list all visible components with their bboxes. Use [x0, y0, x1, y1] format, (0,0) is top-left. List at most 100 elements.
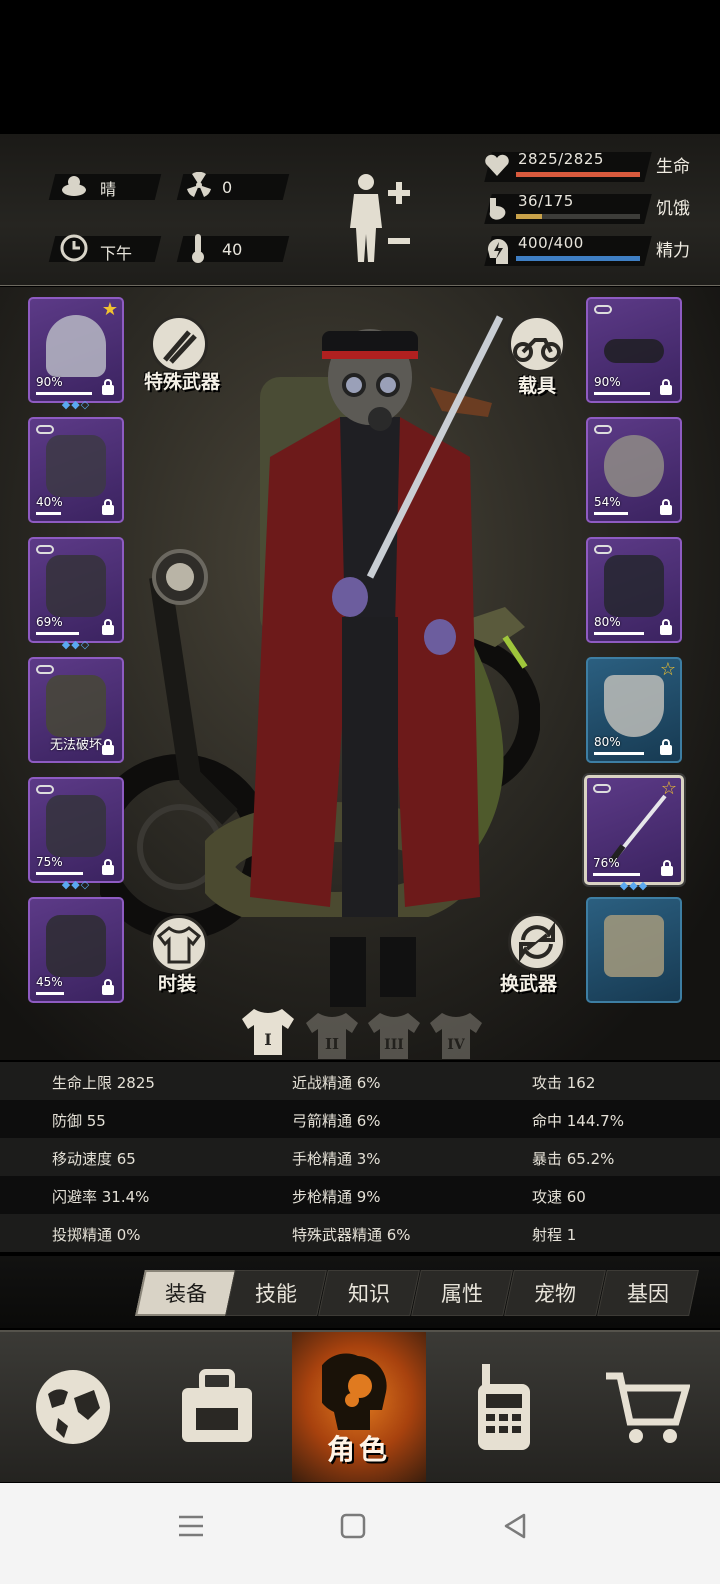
- tshirt-icon: [156, 926, 202, 964]
- character-scene: ★ 90% ◆◆◇ 40% 69% ◆◆◇ 无法破坏 75% ◆◆◇ 45% 9…: [0, 287, 720, 1060]
- lock-icon: [661, 860, 673, 876]
- stat-row: 闪避率 31.4% 步枪精通 9% 攻速 60: [0, 1176, 720, 1214]
- equip-slot-backpack[interactable]: 无法破坏: [28, 657, 124, 763]
- weather-text: 晴: [100, 180, 117, 199]
- time-text: 下午: [100, 244, 133, 263]
- nav-character-label: 角色: [326, 1433, 391, 1466]
- equip-slot-throwable[interactable]: [586, 897, 682, 1003]
- lock-icon: [660, 619, 672, 635]
- nav-shop[interactable]: [576, 1332, 720, 1482]
- equip-slot-goggles[interactable]: 90%: [586, 297, 682, 403]
- radiation-text: 0: [222, 178, 233, 197]
- weather-icon: [62, 176, 86, 196]
- link-icon: [36, 545, 54, 554]
- character-illustration: [250, 315, 504, 1007]
- lock-icon: [102, 739, 114, 755]
- svg-text:I: I: [264, 1030, 271, 1049]
- stats-panel: 生命上限 2825 近战精通 6% 攻击 162 防御 55 弓箭精通 6% 命…: [0, 1062, 720, 1252]
- svg-text:III: III: [384, 1037, 404, 1053]
- lock-icon: [102, 619, 114, 635]
- vital-health: 2825/2825 生命: [478, 150, 718, 186]
- system-navigation-bar: [0, 1483, 720, 1584]
- backpack-icon: [46, 675, 106, 737]
- walkie-talkie-icon: [478, 1364, 530, 1450]
- nav-world-map[interactable]: [0, 1332, 144, 1482]
- heart-icon: [485, 154, 509, 176]
- lock-icon: [660, 499, 672, 515]
- police-vest-icon: [604, 555, 664, 617]
- equip-slot-shirt[interactable]: 40%: [28, 417, 124, 523]
- nav-inventory[interactable]: [144, 1332, 288, 1482]
- dynamite-icon: [604, 915, 664, 977]
- equip-slot-weapon-selected[interactable]: ☆ 76% ◆◆◆: [584, 775, 684, 891]
- equip-slot-vest[interactable]: 80%: [586, 537, 682, 643]
- outfit-tab-4[interactable]: IV: [428, 1009, 484, 1061]
- status-panel: 晴 0 下午 40 2825/2825 生命 36/175 饥饿 400/400…: [0, 134, 720, 286]
- vital-energy: 400/400 精力: [478, 234, 718, 270]
- special-weapon-icon: [163, 330, 197, 364]
- vehicle-label: 载具: [518, 375, 557, 397]
- katana-icon: [608, 794, 667, 864]
- equip-slot-helmet[interactable]: ★ 90% ◆◆◇: [28, 297, 124, 410]
- fashion-button[interactable]: [150, 915, 208, 973]
- link-icon: [594, 305, 612, 314]
- switch-weapon-button[interactable]: [508, 913, 566, 971]
- special-weapon-label: 特殊武器: [144, 371, 221, 393]
- nav-character[interactable]: 角色: [292, 1332, 426, 1482]
- link-icon: [594, 425, 612, 434]
- stat-row: 防御 55 弓箭精通 6% 命中 144.7%: [0, 1100, 720, 1138]
- gas-mask-icon: [604, 435, 664, 497]
- svg-text:II: II: [325, 1035, 339, 1053]
- lock-icon: [102, 379, 114, 395]
- swap-icon: [519, 921, 555, 963]
- lock-icon: [102, 859, 114, 875]
- outfit-tab-3[interactable]: III: [366, 1009, 422, 1061]
- lock-icon: [660, 739, 672, 755]
- pants-icon: [46, 795, 106, 857]
- bottom-navigation: 角色: [0, 1330, 720, 1482]
- lock-icon: [102, 979, 114, 995]
- body-status-button[interactable]: [344, 172, 414, 268]
- bag-icon: [182, 1369, 252, 1442]
- outfit-tab-1[interactable]: I: [240, 1005, 296, 1057]
- stat-row: 移动速度 65 手枪精通 3% 暴击 65.2%: [0, 1138, 720, 1176]
- shirt-icon: [46, 435, 106, 497]
- switch-weapon-label: 换武器: [500, 973, 558, 995]
- lock-icon: [660, 379, 672, 395]
- link-icon: [36, 665, 54, 674]
- motorcycle-icon: [513, 338, 561, 362]
- back-triangle-icon[interactable]: [500, 1511, 530, 1541]
- outfit-tab-2[interactable]: II: [304, 1009, 360, 1061]
- star-outline-icon: ☆: [659, 659, 676, 680]
- link-icon: [36, 785, 54, 794]
- helmet-icon: [46, 315, 106, 377]
- equip-slot-boots[interactable]: 45%: [28, 897, 124, 1003]
- radiation-icon: [187, 172, 211, 197]
- equip-slot-gas-mask[interactable]: 54%: [586, 417, 682, 523]
- equip-slot-jacket[interactable]: 69% ◆◆◇: [28, 537, 124, 650]
- special-weapon-button[interactable]: [150, 315, 208, 373]
- svg-text:IV: IV: [447, 1037, 466, 1053]
- category-tabs: 装备 技能 知识 属性 宠物 基因: [0, 1256, 720, 1328]
- temperature-text: 40: [222, 240, 243, 259]
- shopping-cart-icon: [606, 1372, 690, 1443]
- fashion-label: 时装: [158, 973, 197, 995]
- clock-icon: [60, 234, 88, 262]
- equip-slot-pants[interactable]: 75% ◆◆◇: [28, 777, 124, 890]
- nav-radio[interactable]: [432, 1332, 576, 1482]
- lock-icon: [102, 499, 114, 515]
- home-square-icon[interactable]: [338, 1511, 368, 1541]
- goggles-icon: [604, 339, 664, 363]
- stat-row: 投掷精通 0% 特殊武器精通 6% 射程 1: [0, 1214, 720, 1252]
- star-outline-icon: ☆: [660, 778, 677, 799]
- menu-icon[interactable]: [176, 1511, 206, 1541]
- stat-row: 生命上限 2825 近战精通 6% 攻击 162: [0, 1062, 720, 1100]
- thermometer-icon: [192, 234, 204, 263]
- vital-hunger: 36/175 饥饿: [478, 192, 718, 228]
- equip-slot-shield[interactable]: ☆ 80%: [586, 657, 682, 763]
- link-icon: [594, 545, 612, 554]
- stomach-icon: [489, 198, 506, 220]
- globe-icon: [36, 1370, 110, 1444]
- energy-head-icon: [487, 238, 508, 264]
- vehicle-button[interactable]: [508, 315, 566, 373]
